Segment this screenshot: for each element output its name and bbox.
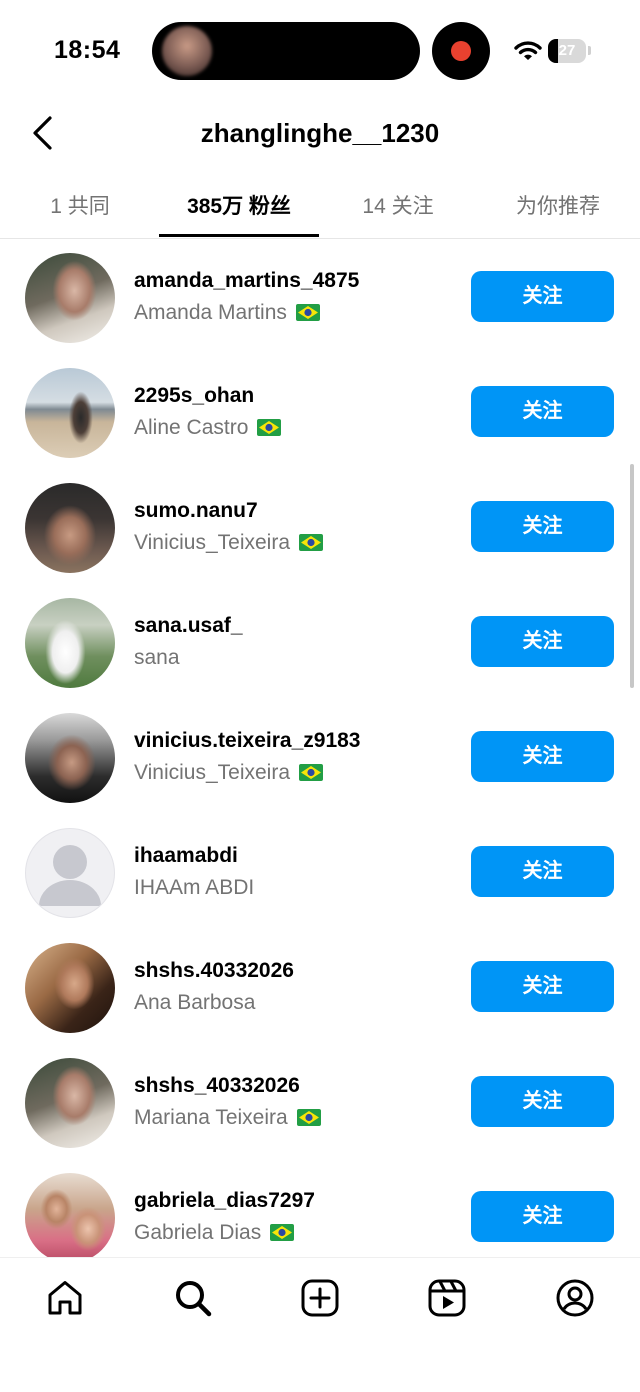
avatar[interactable] — [25, 1058, 115, 1148]
brazil-flag-icon — [296, 1109, 321, 1126]
follow-button[interactable]: 关注 — [471, 616, 614, 667]
full-name: sana — [134, 646, 180, 670]
scrollbar[interactable] — [630, 464, 634, 688]
avatar[interactable] — [25, 713, 115, 803]
list-item[interactable]: 2295s_ohan Aline Castro 关注 — [0, 354, 640, 469]
username[interactable]: sana.usaf_ — [134, 614, 243, 638]
username[interactable]: 2295s_ohan — [134, 384, 254, 408]
follow-tabs: 1 共同 385万 粉丝 14 关注 为你推荐 — [0, 178, 640, 238]
username[interactable]: sumo.nanu7 — [134, 499, 258, 523]
dynamic-island — [152, 22, 420, 80]
brazil-flag-icon — [270, 1224, 295, 1241]
full-name: Ana Barbosa — [134, 991, 255, 1015]
username[interactable]: vinicius.teixeira_z9183 — [134, 729, 360, 753]
full-name-text: Mariana Teixeira — [134, 1106, 288, 1129]
home-icon[interactable] — [45, 1278, 85, 1318]
brazil-flag-icon — [298, 764, 323, 781]
full-name: Gabriela Dias — [134, 1221, 295, 1245]
brazil-flag-icon — [257, 419, 282, 436]
list-item[interactable]: ihaamabdi IHAAm ABDI 关注 — [0, 814, 640, 929]
avatar[interactable] — [25, 253, 115, 343]
full-name-text: sana — [134, 646, 180, 669]
follow-button[interactable]: 关注 — [471, 386, 614, 437]
avatar[interactable] — [25, 368, 115, 458]
list-item[interactable]: amanda_martins_4875 Amanda Martins 关注 — [0, 239, 640, 354]
record-dot-icon — [451, 41, 471, 61]
list-item[interactable]: sana.usaf_ sana 关注 — [0, 584, 640, 699]
battery-level: 27 — [558, 42, 576, 59]
full-name-text: IHAAm ABDI — [134, 876, 255, 899]
brazil-flag-icon — [298, 534, 323, 551]
battery-indicator: 27 — [548, 39, 586, 63]
follow-button[interactable]: 关注 — [471, 961, 614, 1012]
tab-followers[interactable]: 385万 粉丝 — [149, 190, 329, 220]
username[interactable]: shshs.40332026 — [134, 959, 294, 983]
list-item[interactable]: sumo.nanu7 Vinicius_Teixeira 关注 — [0, 469, 640, 584]
battery-cap — [588, 46, 591, 55]
full-name-text: Gabriela Dias — [134, 1221, 262, 1244]
username[interactable]: shshs_40332026 — [134, 1074, 300, 1098]
full-name-text: Aline Castro — [134, 416, 249, 439]
follow-button[interactable]: 关注 — [471, 271, 614, 322]
tab-following[interactable]: 14 关注 — [338, 190, 458, 220]
profile-icon[interactable] — [555, 1278, 595, 1318]
avatar[interactable] — [25, 598, 115, 688]
reels-icon[interactable] — [427, 1278, 467, 1318]
list-item[interactable]: gabriela_dias7297 Gabriela Dias 关注 — [0, 1159, 640, 1257]
page-title: zhanglinghe__1230 — [200, 118, 440, 148]
default-person-icon — [39, 845, 101, 906]
avatar[interactable] — [25, 1173, 115, 1257]
island-avatar — [162, 26, 212, 76]
full-name: Aline Castro — [134, 416, 282, 440]
username[interactable]: ihaamabdi — [134, 844, 238, 868]
list-item[interactable]: shshs.40332026 Ana Barbosa 关注 — [0, 929, 640, 1044]
status-bar: 18:54 27 — [0, 0, 640, 100]
followers-list[interactable]: amanda_martins_4875 Amanda Martins 关注 22… — [0, 239, 640, 1257]
follow-button[interactable]: 关注 — [471, 846, 614, 897]
list-item[interactable]: shshs_40332026 Mariana Teixeira 关注 — [0, 1044, 640, 1159]
full-name: Amanda Martins — [134, 301, 320, 325]
tab-suggested[interactable]: 为你推荐 — [498, 190, 618, 220]
follow-button[interactable]: 关注 — [471, 1076, 614, 1127]
full-name: Mariana Teixeira — [134, 1106, 321, 1130]
follow-button[interactable]: 关注 — [471, 1191, 614, 1242]
full-name-text: Ana Barbosa — [134, 991, 256, 1014]
brazil-flag-icon — [295, 304, 320, 321]
username[interactable]: gabriela_dias7297 — [134, 1189, 315, 1213]
full-name-text: Vinicius_Teixeira — [134, 761, 291, 784]
follow-button[interactable]: 关注 — [471, 731, 614, 782]
full-name: IHAAm ABDI — [134, 876, 254, 900]
list-item[interactable]: vinicius.teixeira_z9183 Vinicius_Teixeir… — [0, 699, 640, 814]
follow-button[interactable]: 关注 — [471, 501, 614, 552]
wifi-icon — [514, 41, 542, 60]
full-name-text: Vinicius_Teixeira — [134, 531, 291, 554]
full-name: Vinicius_Teixeira — [134, 761, 323, 785]
avatar[interactable] — [25, 943, 115, 1033]
default-avatar[interactable] — [25, 828, 115, 918]
status-time: 18:54 — [54, 36, 121, 64]
screen-record-indicator — [432, 22, 490, 80]
bottom-tab-bar — [0, 1257, 640, 1392]
avatar[interactable] — [25, 483, 115, 573]
search-icon[interactable] — [173, 1278, 213, 1318]
full-name-text: Amanda Martins — [134, 301, 287, 324]
username[interactable]: amanda_martins_4875 — [134, 269, 359, 293]
tab-mutual[interactable]: 1 共同 — [30, 190, 130, 220]
create-icon[interactable] — [300, 1278, 340, 1318]
active-tab-indicator — [159, 234, 319, 237]
full-name: Vinicius_Teixeira — [134, 531, 323, 555]
